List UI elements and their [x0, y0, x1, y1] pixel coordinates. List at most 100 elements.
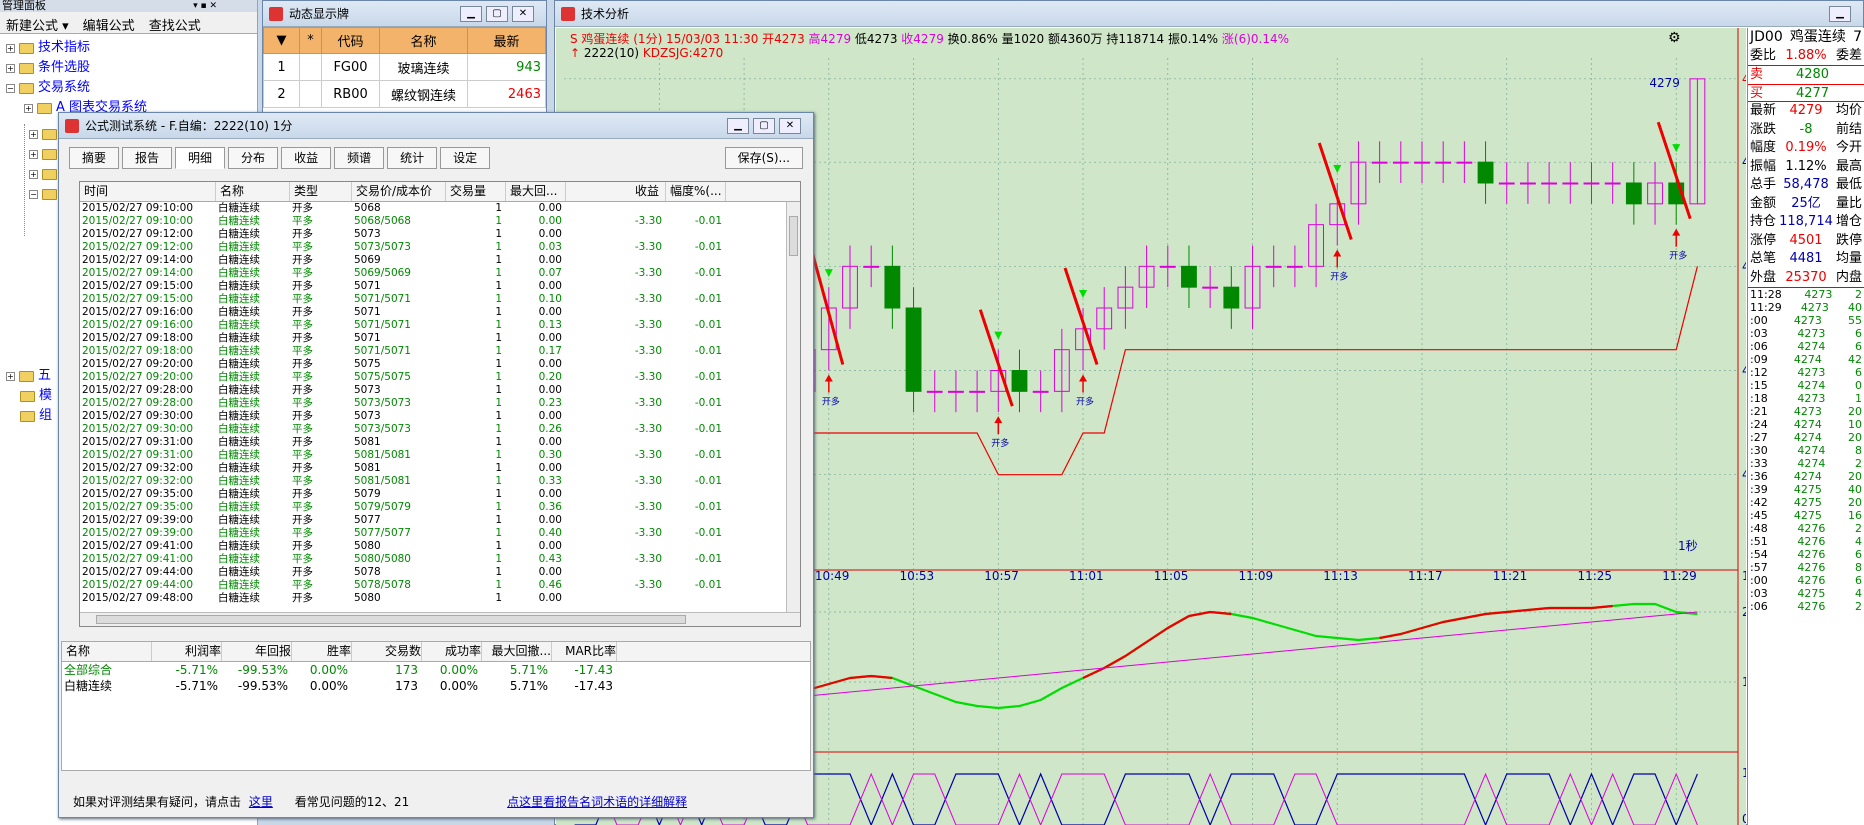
scrollbar-thumb[interactable] — [96, 615, 686, 624]
stat-text: 振幅 — [1750, 158, 1777, 174]
table-cell: 1 — [495, 358, 502, 370]
table-row[interactable]: 2015/02/27 09:12:00 白糖连续 开多 5073 1 0.00 — [80, 228, 800, 241]
vertical-scrollbar[interactable] — [786, 202, 800, 612]
table-cell: 5073/5073 — [354, 241, 411, 253]
table-row[interactable]: 2015/02/27 09:14:00 白糖连续 开多 5069 1 0.00 — [80, 254, 800, 267]
tick-cell: 4274 — [1797, 457, 1826, 470]
table-row[interactable]: 2015/02/27 09:35:00 白糖连续 开多 5079 1 0.00 — [80, 488, 800, 501]
sell-row[interactable]: 卖 4280 — [1748, 65, 1864, 84]
tab-details[interactable]: 明细 — [175, 147, 226, 169]
tab-distribution[interactable]: 分布 — [228, 147, 279, 169]
minimize-button[interactable]: ▁ — [1829, 6, 1851, 22]
tick-cell: 4276 — [1797, 548, 1826, 561]
table-row[interactable]: 2015/02/27 09:41:00 白糖连续 平多 5080/5080 1 0.43 -… — [80, 553, 800, 566]
table-row[interactable]: 2015/02/27 09:30:00 白糖连续 平多 5073/5073 1 0.26 -… — [80, 423, 800, 436]
restore-button[interactable]: ▢ — [486, 6, 508, 22]
table-cell: 白糖连续 — [218, 514, 260, 526]
save-button[interactable]: 保存(S)... — [724, 147, 803, 169]
stat-text: 最新 — [1750, 103, 1777, 118]
tick-cell: 4273 — [1793, 405, 1822, 418]
tree-item-indicators[interactable]: + 技术指标 — [6, 38, 257, 58]
tree-item-screener[interactable]: + 条件选股 — [6, 58, 257, 78]
table-cell: 开多 — [292, 306, 313, 318]
table-row[interactable]: 2015/02/27 09:32:00 白糖连续 平多 5081/5081 1 0.33 -… — [80, 475, 800, 488]
table-row[interactable]: 2015/02/27 09:16:00 白糖连续 平多 5071/5071 1 0.13 -… — [80, 319, 800, 332]
col-star[interactable]: * — [299, 27, 322, 54]
minimize-button[interactable]: ▁ — [727, 118, 749, 134]
table-row[interactable]: 2015/02/27 09:20:00 白糖连续 平多 5075/5075 1 0.20 -… — [80, 371, 800, 384]
col-code[interactable]: 代码 — [321, 27, 380, 54]
tick-cell: 4273 — [1797, 327, 1826, 340]
help-link[interactable]: 这里 — [249, 795, 273, 809]
table-cell: 1 — [495, 592, 502, 604]
tab-statistics[interactable]: 统计 — [387, 147, 438, 169]
expand-icon[interactable]: + — [6, 63, 15, 73]
summary-row[interactable]: 白糖连续 -5.71% -99.53% 0.00% 173 0.00% 5.71% -17.4… — [62, 678, 810, 694]
col-last[interactable]: 最新 — [467, 27, 546, 54]
table-cell — [666, 228, 726, 241]
table-row[interactable]: 2015/02/27 09:48:00 白糖连续 开多 5080 1 0.00 — [80, 592, 800, 605]
expand-icon[interactable]: + — [29, 169, 38, 179]
tab-returns[interactable]: 收益 — [281, 147, 332, 169]
tree-item-trading-system[interactable]: − 交易系统 — [6, 78, 257, 98]
horizontal-scrollbar[interactable] — [80, 612, 800, 626]
tick-cell: :24 — [1750, 418, 1768, 431]
table-row[interactable]: 2015/02/27 09:18:00 白糖连续 平多 5071/5071 1 0.17 -… — [80, 345, 800, 358]
minimize-button[interactable]: ▁ — [460, 6, 482, 22]
table-row[interactable]: 2015/02/27 09:35:00 白糖连续 平多 5079/5079 1 0.36 -… — [80, 501, 800, 514]
table-row[interactable]: 2015/02/27 09:10:00 白糖连续 平多 5068/5068 1 0.00 -… — [80, 215, 800, 228]
find-formula-menu[interactable]: 查找公式 — [149, 15, 201, 34]
close-button[interactable]: ✕ — [779, 118, 801, 134]
expand-icon[interactable]: + — [6, 371, 15, 381]
table-row[interactable]: 2015/02/27 09:12:00 白糖连续 平多 5073/5073 1 0.03 -… — [80, 241, 800, 254]
col-sort[interactable]: ▼ — [263, 27, 300, 54]
collapse-icon[interactable]: − — [6, 83, 15, 93]
expand-icon[interactable]: + — [29, 129, 38, 139]
edit-formula-menu[interactable]: 编辑公式 — [83, 15, 135, 34]
table-row[interactable]: 2015/02/27 09:28:00 白糖连续 平多 5073/5073 1 0.23 -… — [80, 397, 800, 410]
expand-icon[interactable]: + — [6, 43, 15, 53]
tab-spectrum[interactable]: 频谱 — [334, 147, 385, 169]
table-row[interactable]: 2015/02/27 09:20:00 白糖连续 开多 5075 1 0.00 — [80, 358, 800, 371]
quote-row[interactable]: 2 RB00 螺纹钢连续 2463 — [263, 80, 546, 108]
expand-icon[interactable]: + — [29, 149, 38, 159]
col-name[interactable]: 名称 — [379, 27, 468, 54]
expand-icon[interactable]: + — [24, 103, 33, 113]
footer-bar: 如果对评测结果有疑问，请点击 这里 看常见问题的12、21 点这里看报告名词术语… — [73, 795, 688, 809]
table-row[interactable]: 2015/02/27 09:28:00 白糖连续 开多 5073 1 0.00 — [80, 384, 800, 397]
collapse-icon[interactable]: − — [29, 189, 38, 199]
table-row[interactable]: 2015/02/27 09:39:00 白糖连续 开多 5077 1 0.00 — [80, 514, 800, 527]
table-row[interactable]: 2015/02/27 09:15:00 白糖连续 平多 5071/5071 1 0.10 -… — [80, 293, 800, 306]
table-row[interactable]: 2015/02/27 09:10:00 白糖连续 开多 5068 1 0.00 — [80, 202, 800, 215]
table-row[interactable]: 2015/02/27 09:16:00 白糖连续 开多 5071 1 0.00 — [80, 306, 800, 319]
restore-button[interactable]: ▢ — [753, 118, 775, 134]
table-row[interactable]: 2015/02/27 09:14:00 白糖连续 平多 5069/5069 1 0.07 -… — [80, 267, 800, 280]
table-row[interactable]: 2015/02/27 09:32:00 白糖连续 开多 5081 1 0.00 — [80, 462, 800, 475]
tab-summary[interactable]: 摘要 — [69, 147, 120, 169]
table-row[interactable]: 2015/02/27 09:15:00 白糖连续 开多 5071 1 0.00 — [80, 280, 800, 293]
folder-icon — [20, 410, 35, 422]
glossary-link[interactable]: 点这里看报告名词术语的详细解释 — [507, 795, 687, 809]
tab-settings[interactable]: 设定 — [440, 147, 491, 169]
table-cell: 1 — [495, 449, 502, 461]
stat-text: 118,714 — [1779, 214, 1833, 229]
tab-report[interactable]: 报告 — [122, 147, 173, 169]
table-row[interactable]: 2015/02/27 09:30:00 白糖连续 开多 5073 1 0.00 — [80, 410, 800, 423]
table-cell: 5073 — [354, 410, 381, 422]
table-row[interactable]: 2015/02/27 09:41:00 白糖连续 开多 5080 1 0.00 — [80, 540, 800, 553]
table-row[interactable]: 2015/02/27 09:39:00 白糖连续 平多 5077/5077 1 0.40 -… — [80, 527, 800, 540]
tick-cell: 4273 — [1793, 314, 1822, 327]
scrollbar-thumb[interactable] — [789, 216, 798, 256]
table-row[interactable]: 2015/02/27 09:44:00 白糖连续 开多 5078 1 0.00 — [80, 566, 800, 579]
new-formula-menu[interactable]: 新建公式 ▾ — [6, 15, 69, 34]
pin-icon[interactable]: ▾ ▪ ✕ — [193, 0, 217, 12]
close-button[interactable]: ✕ — [512, 6, 534, 22]
table-cell: 2015/02/27 09:39:00 — [82, 527, 194, 539]
table-row[interactable]: 2015/02/27 09:31:00 白糖连续 开多 5081 1 0.00 — [80, 436, 800, 449]
table-row[interactable]: 2015/02/27 09:18:00 白糖连续 开多 5071 1 0.00 — [80, 332, 800, 345]
table-row[interactable]: 2015/02/27 09:31:00 白糖连续 平多 5081/5081 1 0.30 -… — [80, 449, 800, 462]
table-row[interactable]: 2015/02/27 09:44:00 白糖连续 平多 5078/5078 1 0.46 -… — [80, 579, 800, 592]
quote-row[interactable]: 1 FG00 玻璃连续 943 — [263, 53, 546, 81]
buy-row[interactable]: 买 4277 — [1748, 83, 1864, 102]
summary-row[interactable]: 全部综合 -5.71% -99.53% 0.00% 173 0.00% 5.71% -17.4… — [62, 662, 810, 678]
